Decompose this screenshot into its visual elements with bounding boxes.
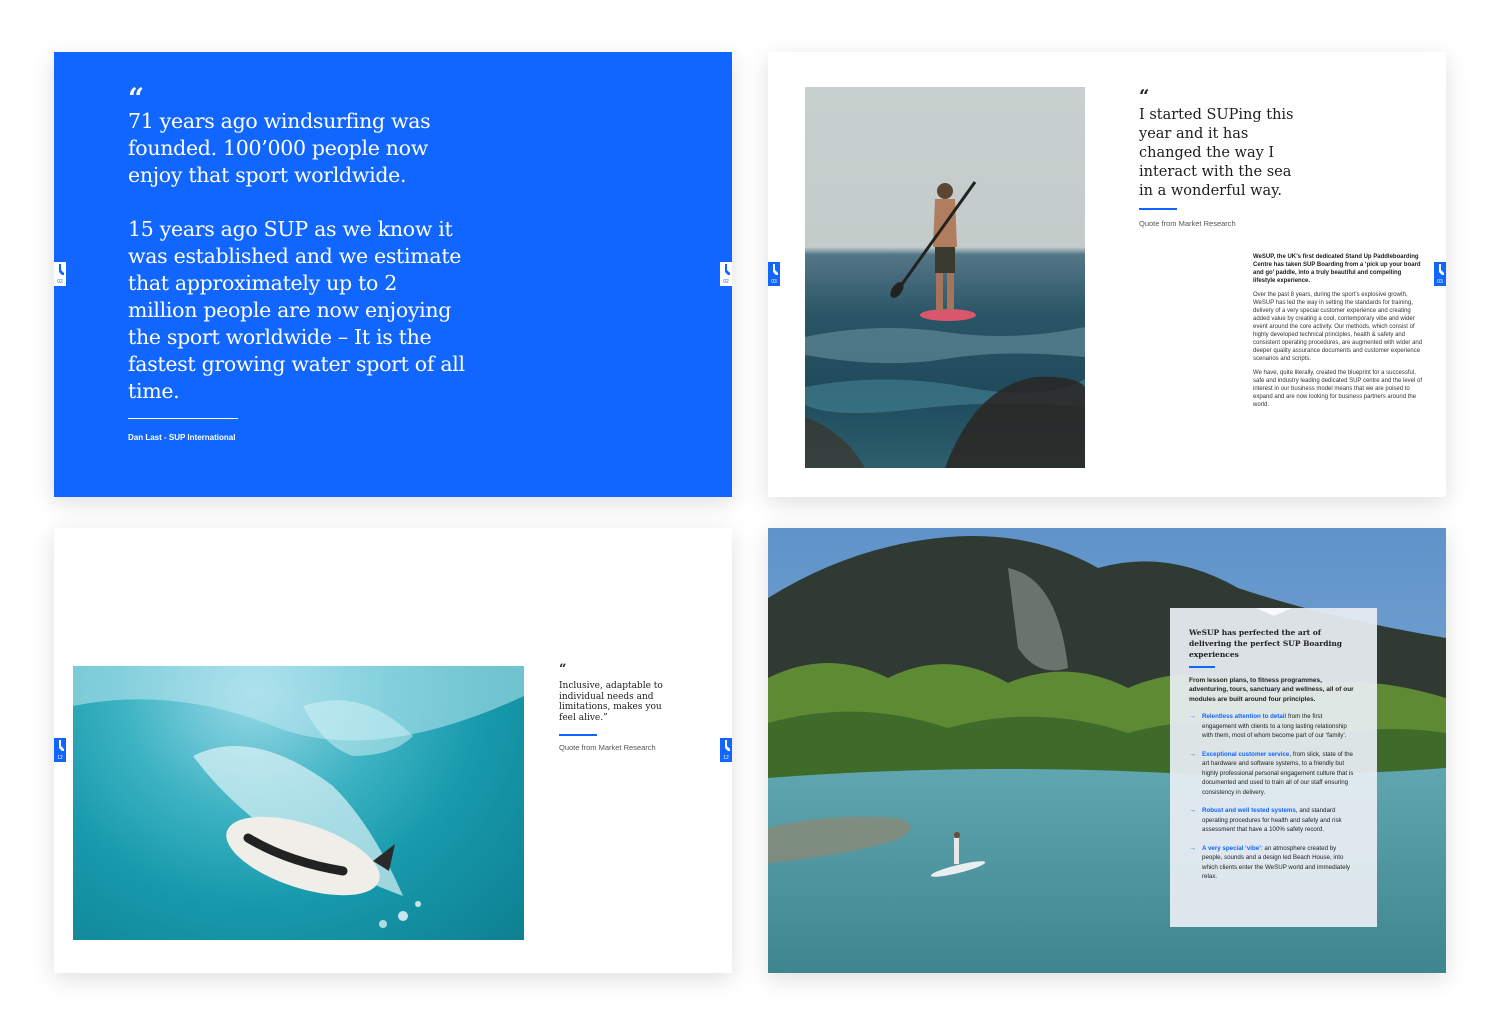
body-text: WeSUP, the UK’s first dedicated Stand Up… xyxy=(1253,253,1423,415)
page-marker-left: 03 xyxy=(768,262,780,286)
paddler-logo-icon xyxy=(1439,264,1444,275)
quote-attribution: Dan Last - SUP International xyxy=(128,433,236,442)
page-marker-left: 02 xyxy=(54,262,66,286)
quote-block: “ 71 years ago windsurfing was founded. … xyxy=(128,82,468,405)
principle-highlight: A very special ‘vibe’ xyxy=(1202,844,1261,852)
page-marker-right: 02 xyxy=(720,262,732,286)
page-number: 02 xyxy=(57,279,63,285)
page-number: 02 xyxy=(723,279,729,285)
page-number: 03 xyxy=(1437,279,1443,285)
page-marker-right: 03 xyxy=(1434,262,1446,286)
panel-notch xyxy=(1256,608,1292,616)
paddler-logo-icon xyxy=(59,740,64,751)
divider xyxy=(559,734,597,736)
pull-quote: I started SUPing this year and it has ch… xyxy=(1139,107,1294,199)
principle-item: → Robust and well tested systems, and st… xyxy=(1189,806,1358,835)
body-paragraph: Over the past 8 years, during the sport’… xyxy=(1253,292,1423,362)
divider xyxy=(128,418,238,419)
quote-paragraph: 71 years ago windsurfing was founded. 10… xyxy=(128,109,431,187)
principles-panel: WeSUP has perfected the art of deliverin… xyxy=(1170,608,1377,927)
spread-principles: WeSUP has perfected the art of deliverin… xyxy=(768,528,1446,973)
quote-mark-icon: “ xyxy=(128,82,145,115)
principle-item: → A very special ‘vibe’: an atmosphere c… xyxy=(1189,844,1358,882)
divider xyxy=(1189,666,1215,668)
arrow-right-icon: → xyxy=(1189,807,1196,814)
quote-paragraph: 15 years ago SUP as we know it was estab… xyxy=(128,217,465,403)
paddleboarder-photo xyxy=(805,87,1085,468)
arrow-right-icon: → xyxy=(1189,713,1196,720)
quote-attribution: Quote from Market Research xyxy=(559,743,656,752)
paddler-logo-icon xyxy=(773,264,778,275)
pull-quote: Inclusive, adaptable to individual needs… xyxy=(559,681,663,723)
underwater-surf-photo xyxy=(73,666,524,940)
paddler-logo-icon xyxy=(725,740,730,751)
quote-attribution: Quote from Market Research xyxy=(1139,219,1236,228)
spread-supping-quote: “ I started SUPing this year and it has … xyxy=(768,52,1446,497)
principle-item: → Relentless attention to detail from th… xyxy=(1189,712,1358,741)
principle-item: → Exceptional customer service, from sli… xyxy=(1189,750,1358,798)
quote-mark-icon: “ xyxy=(1139,86,1150,107)
page-marker-right: 12 xyxy=(720,738,732,762)
page-number: 12 xyxy=(723,755,729,761)
principle-highlight: Relentless attention to detail xyxy=(1202,713,1287,720)
principle-highlight: Robust and well tested systems xyxy=(1202,807,1296,814)
arrow-right-icon: → xyxy=(1189,750,1196,758)
panel-intro: From lesson plans, to fitness programmes… xyxy=(1189,676,1354,703)
arrow-right-icon: → xyxy=(1189,844,1196,852)
quote-mark-icon: “ xyxy=(559,662,567,677)
page-number: 12 xyxy=(57,755,63,761)
principle-highlight: Exceptional customer service xyxy=(1202,750,1290,758)
paddler-logo-icon xyxy=(725,264,730,275)
divider xyxy=(1139,208,1177,210)
page-number: 03 xyxy=(771,279,777,285)
spread-inclusive-quote: “ Inclusive, adaptable to individual nee… xyxy=(54,528,732,973)
page-marker-left: 12 xyxy=(54,738,66,762)
paddler-logo-icon xyxy=(59,264,64,275)
panel-title: WeSUP has perfected the art of deliverin… xyxy=(1189,628,1343,659)
spread-windsurfing-quote: “ 71 years ago windsurfing was founded. … xyxy=(54,52,732,497)
body-paragraph: We have, quite literally, created the bl… xyxy=(1253,370,1423,408)
lead-paragraph: WeSUP, the UK’s first dedicated Stand Up… xyxy=(1253,254,1421,284)
